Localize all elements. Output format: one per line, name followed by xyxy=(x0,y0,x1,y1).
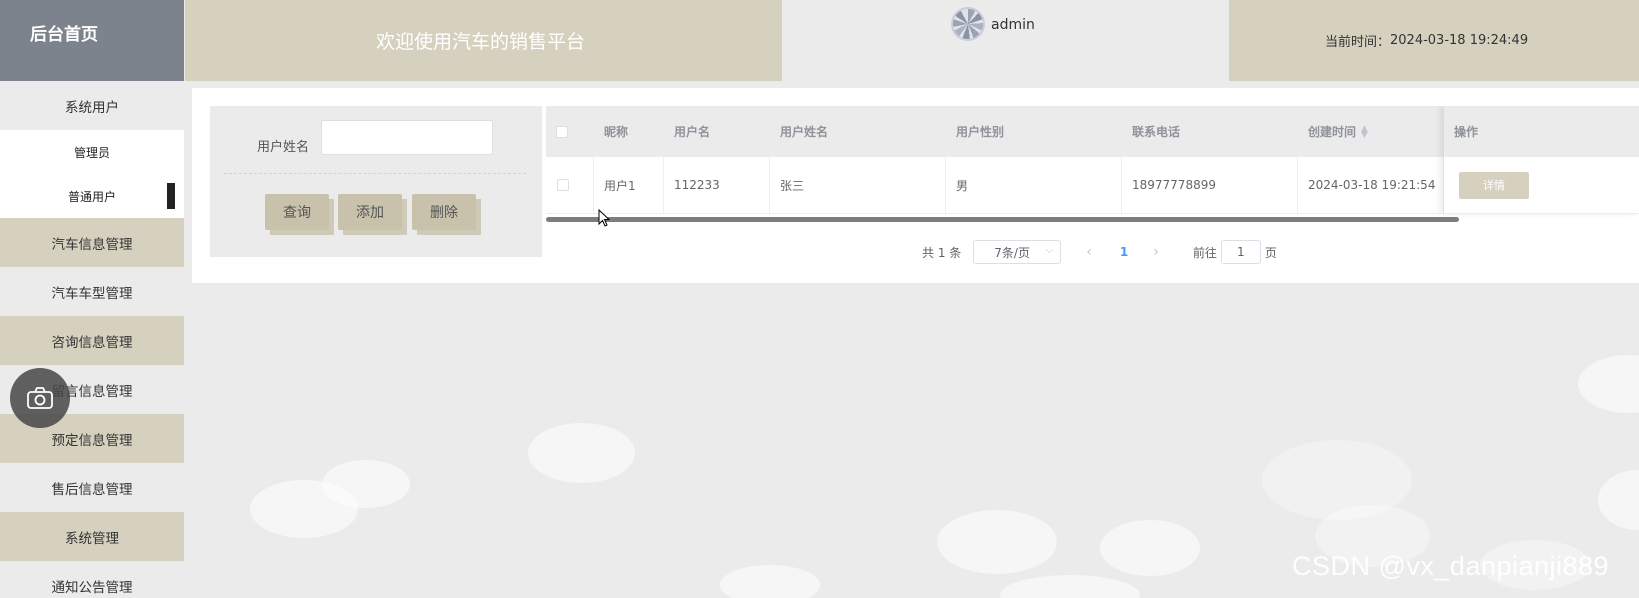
user-table: 昵称 用户名 用户姓名 用户性别 联系电话 创建时间 ▲ ▼ 用户1 112233 … xyxy=(546,106,1639,222)
cell-realname: 张三 xyxy=(770,157,946,213)
query-button-wrap: 查询 xyxy=(265,194,334,235)
background-bubble xyxy=(937,510,1057,574)
time-value: 2024-03-18 19:24:49 xyxy=(1390,33,1529,48)
sidebar-item-car-model[interactable]: 汽车车型管理 xyxy=(0,267,184,316)
main-panel: 用户姓名 查询 添加 删除 昵称 用户名 用户姓名 用户性别 联系电话 创建时间… xyxy=(192,88,1639,283)
watermark: CSDN @vx_danpianji889 xyxy=(1292,551,1610,581)
column-header-label: 创建时间 xyxy=(1308,125,1357,139)
page-size-select[interactable]: 7条/页 ⌵ xyxy=(973,240,1062,264)
background-bubble xyxy=(720,565,820,598)
add-button-wrap: 添加 xyxy=(338,194,407,235)
background-bubble xyxy=(250,480,358,538)
pagination: 共 1 条 7条/页 ⌵ ‹ 1 › 前往 1 页 xyxy=(922,240,1277,264)
row-checkbox[interactable] xyxy=(557,179,569,191)
sidebar-item-label: 管理员 xyxy=(73,145,110,160)
select-all-checkbox[interactable] xyxy=(556,125,568,138)
background-bubble xyxy=(528,423,635,483)
delete-button[interactable]: 删除 xyxy=(412,194,476,230)
sidebar-item-label: 系统管理 xyxy=(65,530,119,547)
prev-page-icon[interactable]: ‹ xyxy=(1086,244,1092,260)
sidebar-subitem-normal-user[interactable]: 普通用户 xyxy=(0,174,184,218)
active-indicator xyxy=(167,183,175,209)
sidebar-item-label: 预定信息管理 xyxy=(51,432,133,449)
pagination-total: 共 1 条 xyxy=(922,245,962,260)
column-header-username[interactable]: 用户名 xyxy=(664,106,770,157)
page-title: 欢迎使用汽车的销售平台 xyxy=(376,31,586,53)
sidebar-item-label: 售后信息管理 xyxy=(51,481,133,498)
divider xyxy=(224,173,526,174)
delete-button-wrap: 删除 xyxy=(412,194,481,235)
sidebar-item-after-sales[interactable]: 售后信息管理 xyxy=(0,463,184,512)
background-bubble xyxy=(1000,575,1140,598)
username[interactable]: admin xyxy=(991,17,1035,33)
column-header-phone[interactable]: 联系电话 xyxy=(1122,106,1298,157)
detail-button[interactable]: 详情 xyxy=(1459,171,1529,199)
cell-nickname: 用户1 xyxy=(594,157,664,213)
horizontal-scrollbar[interactable] xyxy=(546,217,1459,222)
chevron-down-icon: ⌵ xyxy=(1045,245,1054,256)
column-header-realname[interactable]: 用户姓名 xyxy=(770,106,946,157)
sidebar-item-consult[interactable]: 咨询信息管理 xyxy=(0,316,184,365)
sidebar-item-label: 通知公告管理 xyxy=(51,579,133,596)
background-bubble xyxy=(1598,470,1639,530)
cell-phone: 18977778899 xyxy=(1122,157,1298,213)
cell-created: 2024-03-18 19:21:54 xyxy=(1298,157,1444,213)
sidebar-subitem-admin[interactable]: 管理员 xyxy=(0,130,184,174)
select-all-cell xyxy=(546,106,594,157)
sort-icon[interactable]: ▲ ▼ xyxy=(1361,124,1368,139)
sidebar-item-label: 汽车信息管理 xyxy=(51,236,133,253)
user-area: admin xyxy=(782,0,1229,81)
background-bubble xyxy=(1578,355,1639,413)
sidebar-item-notice[interactable]: 通知公告管理 xyxy=(0,561,184,598)
sidebar-item-label: 汽车车型管理 xyxy=(51,285,133,302)
search-input[interactable] xyxy=(321,120,493,155)
page-size-value: 7条/页 xyxy=(994,245,1030,260)
column-header-created[interactable]: 创建时间 ▲ ▼ xyxy=(1298,106,1444,157)
column-header-nickname[interactable]: 昵称 xyxy=(594,106,664,157)
cell-username: 112233 xyxy=(664,157,770,213)
avatar[interactable] xyxy=(951,7,985,41)
sidebar-item-car-info[interactable]: 汽车信息管理 xyxy=(0,218,184,267)
search-label: 用户姓名 xyxy=(257,140,310,155)
next-page-icon[interactable]: › xyxy=(1153,244,1159,260)
header-banner: 欢迎使用汽车的销售平台 xyxy=(185,0,782,81)
page-unit-label: 页 xyxy=(1264,245,1277,260)
brand-home[interactable]: 后台首页 xyxy=(0,0,184,81)
sidebar-item-system-users[interactable]: 系统用户 xyxy=(0,81,184,130)
add-button[interactable]: 添加 xyxy=(338,194,402,230)
action-cell: 详情 xyxy=(1444,157,1639,214)
sidebar-item-label: 咨询信息管理 xyxy=(51,334,133,351)
sidebar-item-label: 普通用户 xyxy=(67,189,116,204)
search-form: 用户姓名 查询 添加 删除 xyxy=(210,106,542,257)
row-select-cell xyxy=(546,157,594,213)
goto-label: 前往 xyxy=(1192,245,1217,260)
query-button[interactable]: 查询 xyxy=(265,194,329,230)
goto-page-input[interactable]: 1 xyxy=(1220,240,1261,264)
background-bubble xyxy=(1100,520,1200,576)
column-header-action: 操作 xyxy=(1444,106,1639,157)
sidebar-item-system-manage[interactable]: 系统管理 xyxy=(0,512,184,561)
camera-icon[interactable] xyxy=(10,368,70,428)
action-column: 操作 详情 xyxy=(1444,106,1639,214)
cell-gender: 男 xyxy=(946,157,1122,213)
sidebar-item-label: 系统用户 xyxy=(65,99,119,116)
current-time: 当前时间： 2024-03-18 19:24:49 xyxy=(1229,0,1639,81)
sidebar: 系统用户 管理员 普通用户 汽车信息管理 汽车车型管理 咨询信息管理 留言信息管… xyxy=(0,81,184,598)
mouse-cursor-icon xyxy=(598,208,611,231)
page-number-current[interactable]: 1 xyxy=(1120,245,1128,259)
column-header-gender[interactable]: 用户性别 xyxy=(946,106,1122,157)
time-label: 当前时间： xyxy=(1325,35,1391,50)
